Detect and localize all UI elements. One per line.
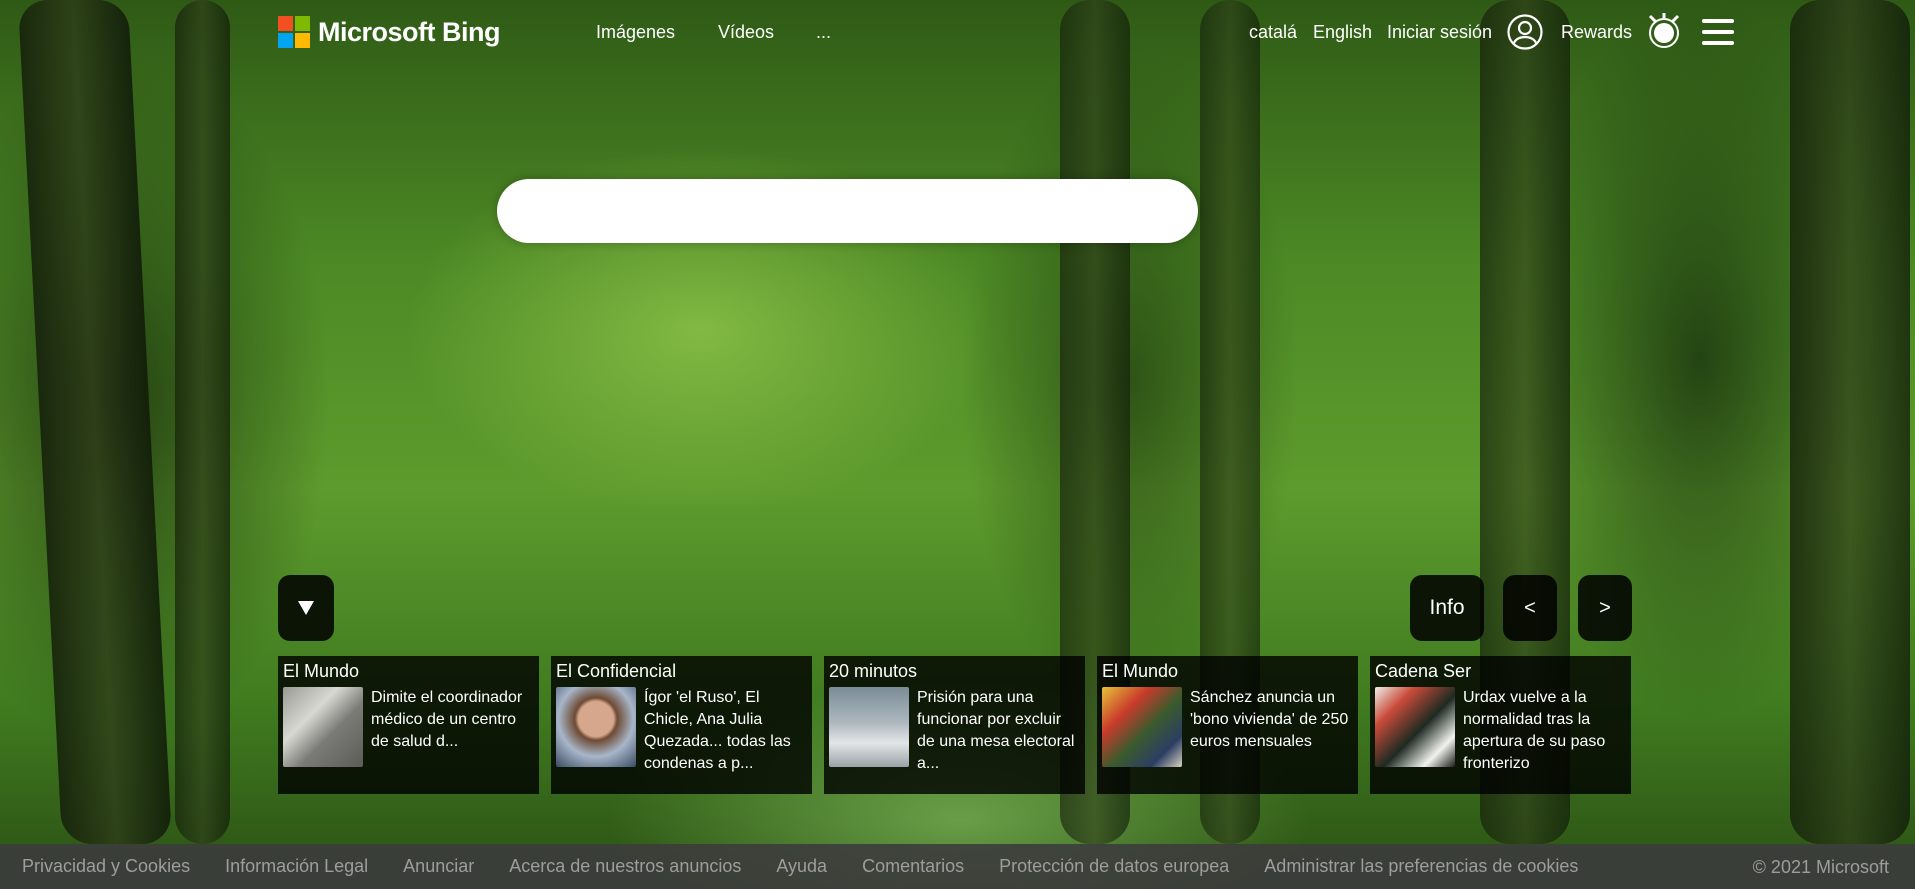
info-button[interactable]: Info — [1410, 575, 1484, 641]
news-source: Cadena Ser — [1375, 662, 1472, 681]
hamburger-menu-icon[interactable] — [1702, 19, 1734, 45]
news-source: El Confidencial — [556, 662, 677, 681]
news-title: Sánchez anuncia un 'bono vivienda' de 25… — [1190, 689, 1349, 750]
news-thumbnail — [1102, 687, 1182, 767]
language-english[interactable]: English — [1313, 22, 1372, 43]
bing-logo[interactable]: Microsoft Bing — [278, 15, 501, 49]
rewards-link[interactable]: Rewards — [1561, 22, 1632, 43]
footer-link-about-ads[interactable]: Acerca de nuestros anuncios — [509, 856, 741, 877]
news-thumbnail — [283, 687, 363, 767]
news-card[interactable]: El Confidencial Ígor 'el Ruso', El Chicl… — [551, 656, 812, 794]
news-thumbnail — [1375, 687, 1455, 767]
background-tree-trunk — [175, 0, 230, 844]
nav-more[interactable]: ... — [816, 22, 831, 43]
copyright: © 2021 Microsoft — [1752, 857, 1889, 877]
header: Microsoft Bing Imágenes Vídeos ... catal… — [0, 0, 1915, 64]
footer-link-legal[interactable]: Información Legal — [225, 856, 368, 877]
background-tree-trunk — [17, 0, 173, 844]
collapse-button[interactable] — [278, 575, 334, 641]
footer-link-privacy[interactable]: Privacidad y Cookies — [22, 856, 190, 877]
sign-in-link[interactable]: Iniciar sesión — [1387, 22, 1492, 43]
rewards-medal-icon[interactable] — [1645, 12, 1683, 50]
news-source: 20 minutos — [829, 662, 918, 681]
footer-link-feedback[interactable]: Comentarios — [862, 856, 964, 877]
news-thumbnail — [829, 687, 909, 767]
news-title: Prisión para una funcionar por excluir d… — [917, 689, 1075, 772]
previous-button[interactable]: < — [1503, 575, 1557, 641]
nav-images[interactable]: Imágenes — [596, 22, 675, 43]
search-input[interactable] — [497, 179, 1198, 243]
news-title: Urdax vuelve a la normalidad tras la ape… — [1463, 689, 1606, 772]
search-box[interactable] — [497, 179, 1198, 243]
news-title: Dimite el coordinador médico de un centr… — [371, 689, 523, 750]
avatar-icon[interactable] — [1507, 14, 1543, 50]
logo-text: Microsoft Bing — [318, 16, 501, 47]
next-button[interactable]: > — [1578, 575, 1632, 641]
news-source: El Mundo — [1102, 662, 1179, 681]
footer-link-help[interactable]: Ayuda — [776, 856, 827, 877]
news-carousel: El Mundo Dimite el coordinador médico de… — [278, 656, 1631, 794]
background-tree-trunk — [1790, 0, 1910, 844]
language-catala[interactable]: catalá — [1249, 22, 1297, 43]
news-card[interactable]: Cadena Ser Urdax vuelve a la normalidad … — [1370, 656, 1631, 794]
microsoft-logo-icon — [278, 16, 310, 48]
news-thumbnail — [556, 687, 636, 767]
news-card[interactable]: El Mundo Sánchez anuncia un 'bono vivien… — [1097, 656, 1358, 794]
news-card[interactable]: El Mundo Dimite el coordinador médico de… — [278, 656, 539, 794]
footer-link-cookie-prefs[interactable]: Administrar las preferencias de cookies — [1264, 856, 1578, 877]
footer-link-eu-data[interactable]: Protección de datos europea — [999, 856, 1229, 877]
footer-link-advertise[interactable]: Anunciar — [403, 856, 474, 877]
news-source: El Mundo — [283, 662, 360, 681]
nav-videos[interactable]: Vídeos — [718, 22, 774, 43]
news-title: Ígor 'el Ruso', El Chicle, Ana Julia Que… — [644, 689, 791, 772]
chevron-down-icon — [298, 601, 314, 615]
footer: Privacidad y Cookies Información Legal A… — [0, 844, 1915, 889]
news-card[interactable]: 20 minutos Prisión para una funcionar po… — [824, 656, 1085, 794]
